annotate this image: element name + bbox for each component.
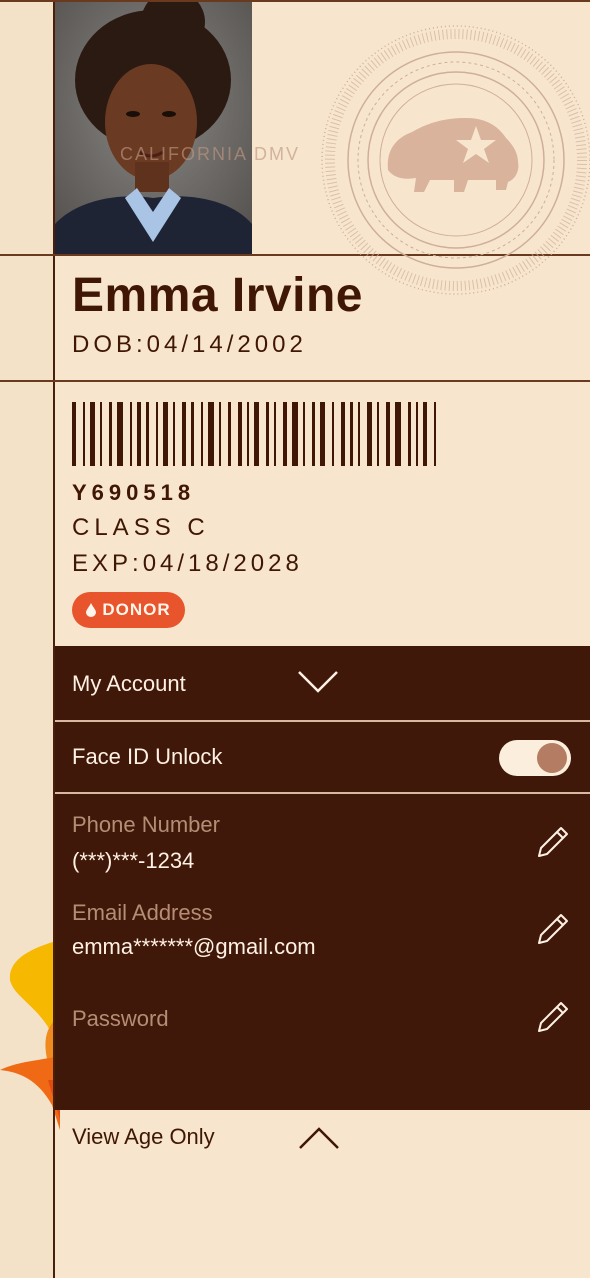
- donor-label: DONOR: [102, 600, 171, 619]
- view-age-only-label[interactable]: View Age Only: [72, 1124, 215, 1150]
- row-divider: [55, 792, 590, 794]
- password-label: Password: [72, 1006, 169, 1031]
- holder-name: Emma Irvine: [72, 269, 363, 322]
- edit-email-pencil-icon[interactable]: [535, 911, 571, 947]
- face-id-row: Face ID Unlock: [55, 722, 590, 792]
- expiration-date: EXP:04/18/2028: [72, 550, 303, 577]
- license-class: CLASS C: [72, 514, 210, 541]
- name-divider: [0, 380, 590, 382]
- donor-badge: DONOR: [72, 592, 185, 628]
- face-id-label: Face ID Unlock: [72, 744, 223, 769]
- phone-number-label: Phone Number: [72, 812, 220, 837]
- license-number: Y690518: [72, 480, 196, 505]
- phone-number-value: (***)***-1234: [72, 848, 195, 873]
- dmv-watermark: CALIFORNIA DMV: [120, 144, 301, 164]
- edit-password-pencil-icon[interactable]: [535, 999, 571, 1035]
- my-account-label: My Account: [72, 671, 186, 696]
- email-address-label: Email Address: [72, 900, 213, 925]
- license-photo: [55, 2, 252, 254]
- chevron-down-icon[interactable]: [297, 670, 339, 694]
- barcode: [72, 402, 436, 466]
- bear-star-seal-icon: [321, 25, 590, 295]
- portrait-image: [55, 2, 252, 254]
- toggle-knob: [537, 743, 567, 773]
- face-id-toggle[interactable]: [499, 740, 571, 776]
- poppy-flower-decoration: [0, 940, 60, 1130]
- edit-phone-pencil-icon[interactable]: [535, 824, 571, 860]
- my-account-header[interactable]: My Account: [55, 646, 590, 720]
- date-of-birth: DOB:04/14/2002: [72, 331, 307, 358]
- chevron-up-icon[interactable]: [298, 1126, 340, 1150]
- email-address-value: emma*******@gmail.com: [72, 934, 316, 959]
- drop-icon: [86, 603, 97, 617]
